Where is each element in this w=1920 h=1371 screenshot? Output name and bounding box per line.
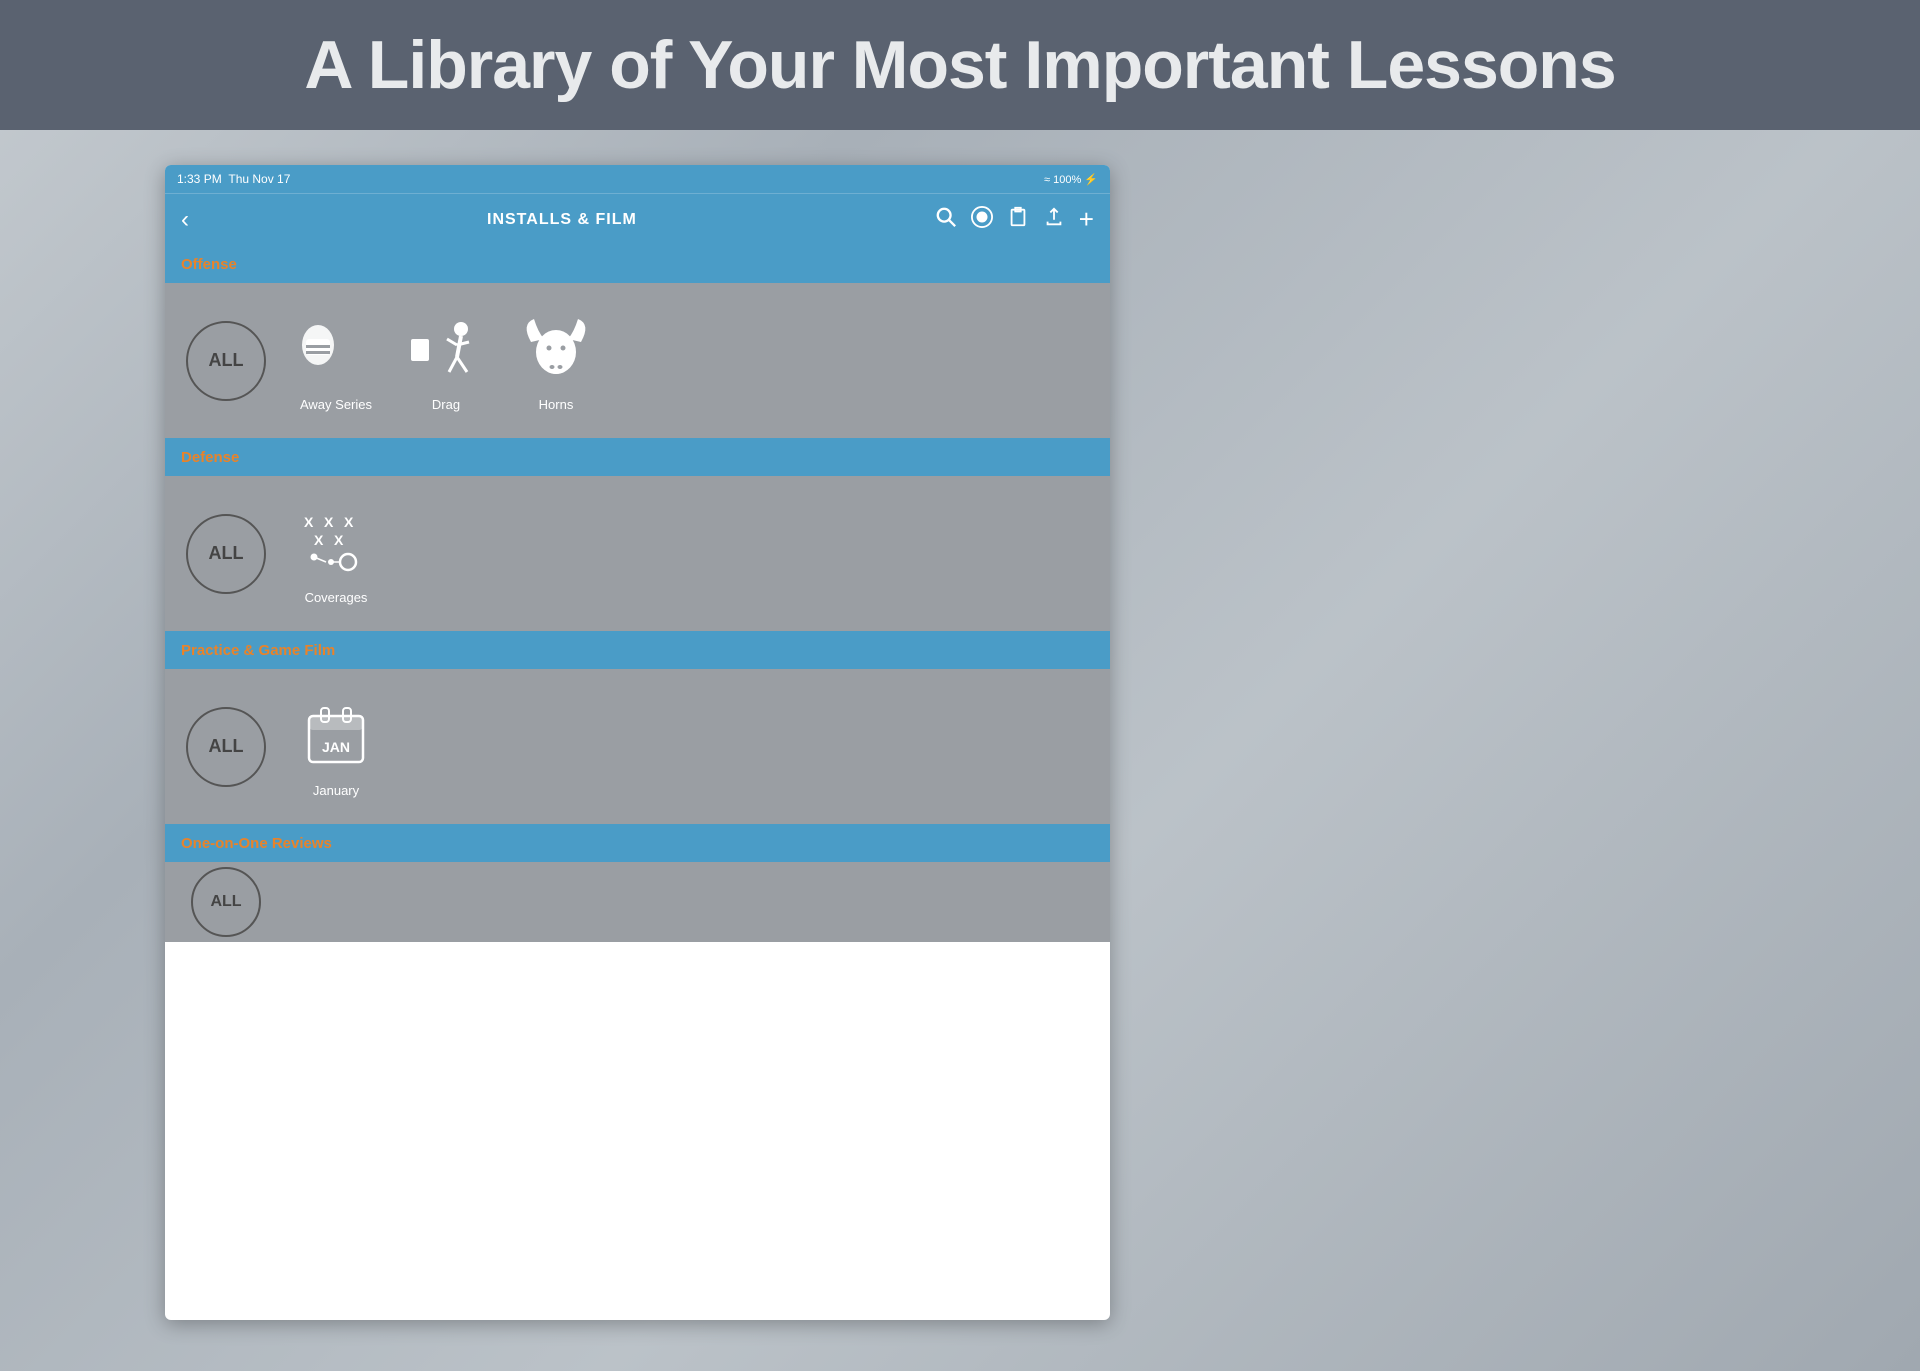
january-item[interactable]: JAN January xyxy=(291,695,381,798)
film-content: ALL JAN January xyxy=(165,669,1110,824)
reviews-content: ALL xyxy=(165,862,1110,942)
add-icon[interactable]: + xyxy=(1079,204,1094,235)
horns-icon xyxy=(511,309,601,389)
drag-icon xyxy=(401,309,491,389)
film-title: Practice & Game Film xyxy=(181,642,335,659)
away-series-item[interactable]: Away Series xyxy=(291,309,381,412)
defense-content: ALL X X X X X xyxy=(165,476,1110,631)
nav-title: INSTALLS & FILM xyxy=(487,211,637,229)
horns-item[interactable]: Horns xyxy=(511,309,601,412)
coverages-icon: X X X X X xyxy=(291,502,381,582)
reviews-title: One-on-One Reviews xyxy=(181,835,332,852)
away-series-icon xyxy=(291,309,381,389)
back-button[interactable]: ‹ xyxy=(181,206,189,234)
horns-label: Horns xyxy=(539,397,574,412)
defense-all-item[interactable]: ALL xyxy=(181,514,271,594)
status-bar: 1:33 PM Thu Nov 17 ≈ 100% ⚡ xyxy=(165,165,1110,193)
coverages-item[interactable]: X X X X X Coverages xyxy=(291,502,381,605)
coverages-label: Coverages xyxy=(305,590,368,605)
share-icon[interactable] xyxy=(1043,206,1065,234)
reviews-section-header: One-on-One Reviews xyxy=(165,824,1110,862)
offense-all-circle: ALL xyxy=(186,321,266,401)
away-series-label: Away Series xyxy=(300,397,372,412)
drag-item[interactable]: Drag xyxy=(401,309,491,412)
film-all-item[interactable]: ALL xyxy=(181,707,271,787)
offense-all-item[interactable]: ALL xyxy=(181,321,271,401)
january-label: January xyxy=(313,783,359,798)
defense-title: Defense xyxy=(181,449,239,466)
record-icon[interactable] xyxy=(971,206,993,234)
defense-section-header: Defense xyxy=(165,438,1110,476)
svg-text:X: X xyxy=(324,514,334,530)
nav-bar: ‹ INSTALLS & FILM xyxy=(165,193,1110,245)
svg-text:X: X xyxy=(344,514,354,530)
search-icon[interactable] xyxy=(935,206,957,234)
reviews-all-item[interactable]: ALL xyxy=(181,867,271,937)
svg-text:JAN: JAN xyxy=(322,739,350,755)
svg-text:X: X xyxy=(314,532,324,548)
ipad-frame: 1:33 PM Thu Nov 17 ≈ 100% ⚡ ‹ INSTALLS &… xyxy=(165,165,1110,1320)
offense-section-header: Offense xyxy=(165,245,1110,283)
svg-text:X: X xyxy=(334,532,344,548)
offense-content: ALL Away Series xyxy=(165,283,1110,438)
reviews-all-circle: ALL xyxy=(191,867,261,937)
status-time: 1:33 PM Thu Nov 17 xyxy=(177,172,290,186)
calendar-icon: JAN xyxy=(291,695,381,775)
film-all-circle: ALL xyxy=(186,707,266,787)
status-right: ≈ 100% ⚡ xyxy=(1044,173,1098,186)
offense-title: Offense xyxy=(181,256,237,273)
header-title: A Library of Your Most Important Lessons xyxy=(304,26,1615,104)
nav-icons: + xyxy=(935,204,1094,235)
defense-all-circle: ALL xyxy=(186,514,266,594)
header-banner: A Library of Your Most Important Lessons xyxy=(0,0,1920,130)
clipboard-icon[interactable] xyxy=(1007,206,1029,234)
svg-text:X: X xyxy=(304,514,314,530)
film-section-header: Practice & Game Film xyxy=(165,631,1110,669)
drag-label: Drag xyxy=(432,397,460,412)
